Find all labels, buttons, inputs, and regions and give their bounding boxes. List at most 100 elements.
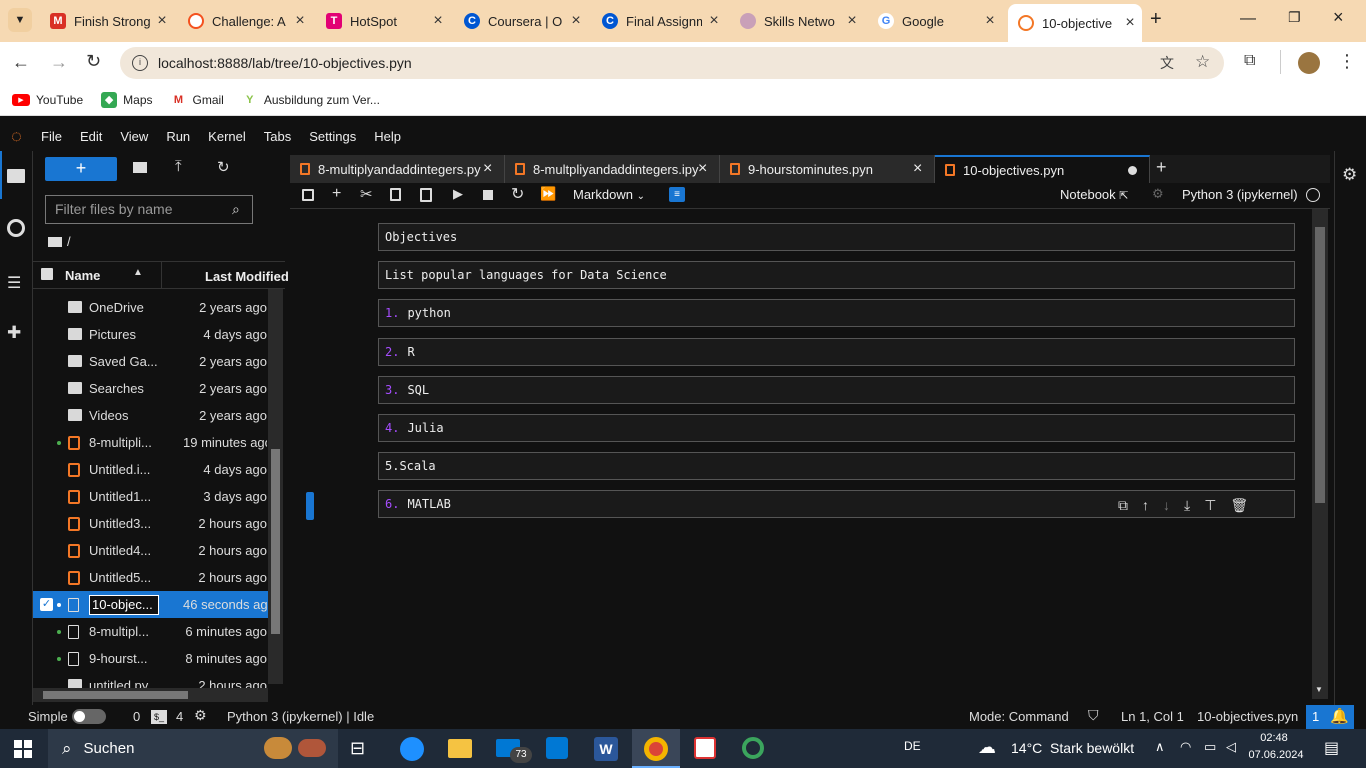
address-bar[interactable]: i localhost:8888/lab/tree/10-objectives.… — [120, 47, 1224, 79]
close-icon[interactable]: × — [913, 160, 922, 178]
running-icon[interactable] — [7, 219, 25, 237]
browser-tab-active[interactable]: 10-objective × — [1008, 4, 1142, 42]
settings-gears-icon[interactable]: ⚙ — [1342, 165, 1357, 185]
file-explorer-icon[interactable] — [448, 739, 472, 758]
column-modified[interactable]: Last Modified — [205, 269, 289, 284]
copy-icon[interactable] — [390, 188, 401, 201]
new-tab-button[interactable]: + — [1150, 8, 1162, 31]
file-row[interactable]: ✓ 10-objec... 46 seconds ago — [33, 591, 268, 618]
markdown-cell[interactable]: 3. SQL — [378, 375, 1295, 404]
snipping-tool-icon[interactable] — [694, 737, 716, 759]
insert-below-icon[interactable]: ⊤ — [1204, 497, 1216, 514]
extension-puzzle-icon[interactable]: ✚ — [7, 323, 21, 343]
markdown-cell[interactable]: List popular languages for Data Science — [378, 261, 1295, 290]
close-icon[interactable]: × — [564, 12, 588, 30]
forward-arrow-icon[interactable]: → — [50, 52, 68, 73]
file-row[interactable]: Searches 2 years ago — [33, 375, 268, 402]
wifi-icon[interactable]: ◠ — [1180, 739, 1191, 755]
mode-indicator[interactable]: Mode: Command — [969, 709, 1069, 724]
toc-icon[interactable]: ☰ — [7, 273, 21, 293]
file-row[interactable]: 9-hourst... 8 minutes ago — [33, 645, 268, 672]
scroll-thumb[interactable] — [271, 449, 280, 634]
insert-above-icon[interactable]: ⤓ — [1184, 497, 1190, 514]
terminal-count[interactable]: 0 — [133, 709, 140, 724]
task-view-icon[interactable]: ⊟ — [350, 738, 365, 759]
file-row[interactable]: OneDrive 2 years ago — [33, 294, 268, 321]
close-icon[interactable]: × — [702, 12, 726, 30]
tab-search-button[interactable]: ▼ — [8, 8, 32, 32]
close-icon[interactable]: × — [978, 12, 1002, 30]
move-down-icon[interactable]: ↓ — [1163, 497, 1170, 514]
file-row[interactable]: Untitled5... 2 hours ago — [33, 564, 268, 591]
close-icon[interactable]: × — [1118, 14, 1142, 32]
simple-mode-toggle[interactable] — [72, 709, 106, 724]
fast-forward-icon[interactable]: ⏩ — [540, 186, 556, 202]
select-all-checkbox[interactable] — [41, 268, 53, 280]
browser-tab[interactable]: T HotSpot × — [316, 6, 450, 36]
menu-file[interactable]: File — [41, 129, 62, 144]
reload-icon[interactable]: ↻ — [86, 51, 101, 72]
save-icon[interactable] — [302, 189, 314, 201]
move-up-icon[interactable]: ↑ — [1142, 497, 1149, 514]
browser-tab[interactable]: G Google × — [868, 6, 1002, 36]
doc-tab[interactable]: 9-hourstominutes.pyn × — [720, 155, 935, 183]
close-icon[interactable]: × — [426, 12, 450, 30]
doc-tab[interactable]: 8-multpliyandaddintegers.ipy × — [505, 155, 720, 183]
bookmark-youtube[interactable]: ▶ YouTube — [12, 93, 83, 107]
kernel-name[interactable]: Python 3 (ipykernel) — [1182, 187, 1298, 202]
file-row[interactable]: Pictures 4 days ago — [33, 321, 268, 348]
bookmark-gmail[interactable]: M Gmail — [170, 91, 224, 108]
close-icon[interactable]: × — [483, 160, 492, 178]
markdown-cell[interactable]: 1. python — [378, 299, 1295, 328]
file-row[interactable]: Saved Ga... 2 years ago — [33, 348, 268, 375]
close-icon[interactable]: × — [288, 12, 312, 30]
markdown-cell[interactable]: 4. Julia — [378, 414, 1295, 442]
clock-date[interactable]: 07.06.2024 — [1248, 749, 1304, 761]
doc-tab[interactable]: 8-multiplyandaddintegers.py × — [290, 155, 505, 183]
site-info-icon[interactable]: i — [132, 55, 148, 71]
markdown-cell[interactable]: 5.Scala — [378, 452, 1295, 481]
file-row[interactable]: Untitled1... 3 days ago — [33, 483, 268, 510]
translate-icon[interactable]: 文 — [1160, 53, 1174, 73]
checkbox-checked-icon[interactable]: ✓ — [40, 598, 53, 611]
notification-center-icon[interactable]: ▤ — [1324, 738, 1339, 758]
speaker-icon[interactable]: ◁ — [1226, 739, 1236, 755]
menu-settings[interactable]: Settings — [309, 129, 356, 144]
battery-icon[interactable]: ▭ — [1204, 739, 1216, 755]
cell-type-select[interactable]: Markdown ⌄ — [573, 187, 645, 202]
file-row[interactable]: Untitled4... 2 hours ago — [33, 537, 268, 564]
file-row[interactable]: 8-multipl... 6 minutes ago — [33, 618, 268, 645]
file-row[interactable]: Untitled.i... 4 days ago — [33, 456, 268, 483]
scroll-thumb[interactable] — [43, 691, 188, 699]
menu-kernel[interactable]: Kernel — [208, 129, 246, 144]
maximize-button[interactable]: ❐ — [1288, 9, 1301, 26]
restart-icon[interactable]: ↻ — [511, 184, 524, 204]
extensions-icon[interactable]: ⧉ — [1244, 52, 1255, 70]
stop-icon[interactable] — [483, 190, 493, 200]
menu-run[interactable]: Run — [166, 129, 190, 144]
bookmark-ausbildung[interactable]: Y Ausbildung zum Ver... — [241, 91, 380, 108]
xbox-icon[interactable] — [742, 737, 764, 759]
menu-view[interactable]: View — [120, 129, 148, 144]
browser-tab[interactable]: Skills Netwo × — [730, 6, 864, 36]
windows-start-icon[interactable] — [14, 740, 32, 758]
add-tab-button[interactable]: + — [1156, 157, 1167, 178]
paste-icon[interactable] — [420, 188, 432, 202]
browser-tab[interactable]: C Final Assignm × — [592, 6, 726, 36]
new-launcher-button[interactable]: + — [45, 157, 117, 181]
back-arrow-icon[interactable]: ← — [12, 52, 30, 73]
file-row[interactable]: Videos 2 years ago — [33, 402, 268, 429]
taskbar-search[interactable]: ⌕ Suchen — [48, 729, 338, 768]
markdown-cell[interactable]: Objectives — [378, 223, 1295, 251]
scroll-thumb[interactable] — [1315, 227, 1325, 503]
browser-tab[interactable]: C Coursera | O × — [454, 6, 588, 36]
filter-files-input[interactable]: Filter files by name ⌕ — [45, 195, 253, 224]
close-window-button[interactable]: × — [1333, 7, 1344, 28]
kernel-status[interactable]: Python 3 (ipykernel) | Idle — [227, 709, 374, 724]
minimize-button[interactable]: — — [1240, 10, 1256, 28]
property-inspector-icon[interactable]: ≡ — [669, 187, 685, 202]
new-folder-icon[interactable] — [133, 162, 147, 173]
file-row[interactable]: Untitled3... 2 hours ago — [33, 510, 268, 537]
menu-help[interactable]: Help — [374, 129, 401, 144]
add-cell-icon[interactable]: + — [332, 185, 341, 203]
